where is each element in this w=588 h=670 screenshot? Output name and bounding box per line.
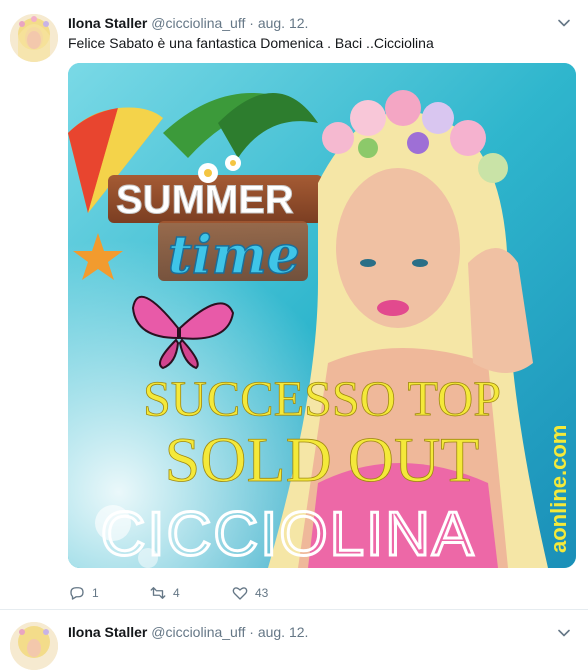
author-handle[interactable]: @cicciolina_uff <box>151 624 245 640</box>
avatar[interactable] <box>10 622 58 670</box>
retweet-count: 4 <box>173 586 180 600</box>
retweet-action[interactable]: 4 <box>149 583 180 603</box>
heart-icon <box>232 587 248 600</box>
headline-1: SUCCESSO TOP <box>143 370 501 426</box>
author-handle[interactable]: @cicciolina_uff <box>151 15 245 31</box>
promo-poster-image: SUMMER time SUCCESSO TOP SOLD OUT CICCIO… <box>68 63 576 568</box>
tweet-text: Felice Sabato è una fantastica Domenica … <box>68 35 434 51</box>
avatar-image <box>10 14 58 62</box>
tweet-actions: 1 4 43 <box>68 583 468 603</box>
chevron-down-icon[interactable] <box>557 626 571 640</box>
retweet-icon <box>150 587 166 599</box>
headline-2: SOLD OUT <box>165 424 480 495</box>
tweet-date[interactable]: aug. 12. <box>258 15 309 31</box>
chevron-down-icon[interactable] <box>557 16 571 30</box>
like-count: 43 <box>255 586 269 600</box>
tweet-date[interactable]: aug. 12. <box>258 624 309 640</box>
sign-script-text: time <box>168 225 300 286</box>
tweet-header: Ilona Staller @cicciolina_uff · aug. 12. <box>68 15 308 31</box>
like-action[interactable]: 43 <box>231 583 268 603</box>
separator-dot: · <box>249 15 254 31</box>
separator-dot: · <box>249 624 254 640</box>
avatar-image <box>10 622 58 670</box>
reply-icon <box>70 587 84 600</box>
tweet-header: Ilona Staller @cicciolina_uff · aug. 12. <box>68 624 308 640</box>
author-name[interactable]: Ilona Staller <box>68 15 147 31</box>
reply-action[interactable]: 1 <box>68 583 99 603</box>
side-url-text: aonline.com <box>546 425 571 553</box>
avatar[interactable] <box>10 14 58 62</box>
tweet[interactable]: Ilona Staller @cicciolina_uff · aug. 12.… <box>0 0 588 610</box>
author-name[interactable]: Ilona Staller <box>68 624 147 640</box>
tweet-media[interactable]: SUMMER time SUCCESSO TOP SOLD OUT CICCIO… <box>68 63 576 568</box>
sign-top-text: SUMMER <box>116 178 294 222</box>
reply-count: 1 <box>92 586 99 600</box>
tweet[interactable]: Ilona Staller @cicciolina_uff · aug. 12. <box>0 610 588 670</box>
